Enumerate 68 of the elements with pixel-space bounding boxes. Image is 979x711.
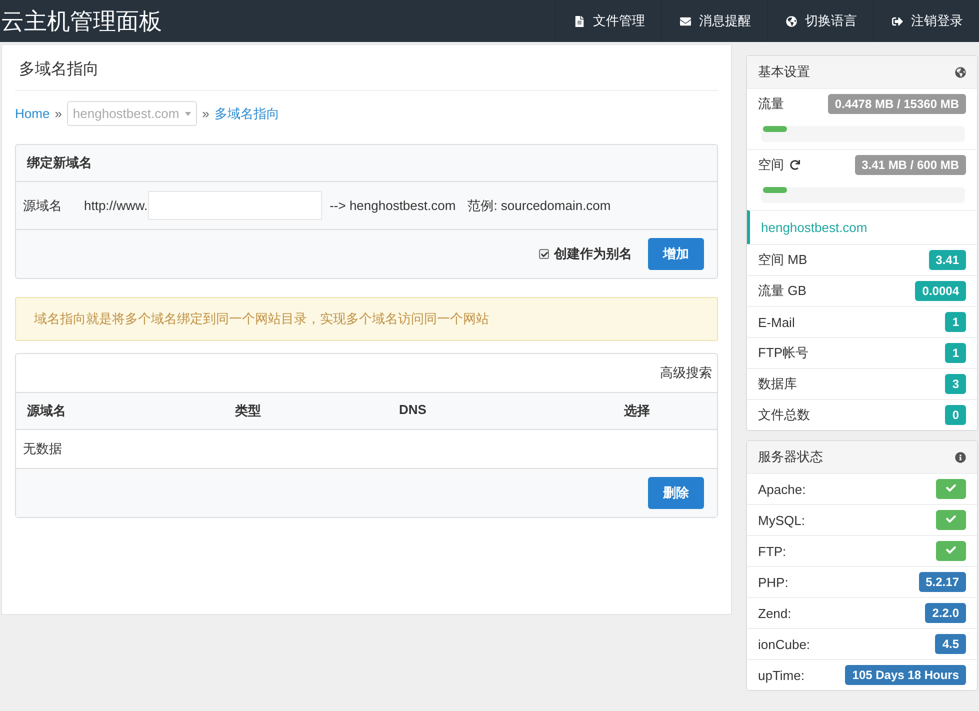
delete-button[interactable]: 删除 [648, 477, 704, 509]
field-label: 源域名 [23, 196, 62, 214]
column-header: 源域名 [26, 402, 67, 420]
caret-icon [185, 112, 192, 116]
check-icon [946, 545, 956, 555]
card-title: 基本设置 [758, 63, 810, 81]
add-button[interactable]: 增加 [648, 238, 704, 270]
column-header: DNS [398, 401, 428, 419]
version-badge: 4.5 [935, 634, 966, 654]
url-prefix: http://www. [84, 198, 148, 213]
usage-label: 空间 [758, 156, 784, 174]
service-label: upTime: [758, 668, 804, 682]
domain-input[interactable] [148, 191, 322, 220]
app-title: 云主机管理面板 [0, 6, 162, 36]
nav-link[interactable]: 注销登录 [873, 0, 979, 42]
usage-reading: 3.41 MB / 600 MB [854, 155, 966, 175]
check-icon [946, 514, 956, 524]
logout-icon [892, 16, 903, 26]
stat-value: 3.41 [928, 250, 966, 270]
breadcrumb-link[interactable]: 多域名指向 [214, 104, 280, 122]
stat-label: 数据库 [758, 375, 797, 393]
stat-value: 0 [945, 405, 966, 425]
alias-checkbox[interactable] [539, 249, 549, 259]
stat-label: FTP帐号 [758, 344, 809, 362]
target-text: --> henghostbest.com [330, 198, 456, 213]
stat-label: 空间 MB [758, 251, 808, 269]
nav-link[interactable]: 文件管理 [555, 0, 661, 42]
stat-value: 3 [945, 374, 966, 394]
panel-title: 绑定新域名 [16, 145, 717, 182]
card-title: 服务器状态 [758, 448, 823, 466]
version-badge: 5.2.17 [918, 572, 966, 592]
refresh-icon[interactable] [790, 160, 800, 170]
usage-reading: 0.4478 MB / 15360 MB [828, 94, 966, 114]
service-label: MySQL: [758, 512, 805, 528]
page-title: 多域名指向 [15, 45, 718, 91]
service-label: FTP: [758, 544, 786, 558]
column-header: 选择 [623, 402, 651, 420]
breadcrumb-link[interactable]: Home [15, 106, 50, 121]
column-header: 类型 [234, 402, 262, 420]
file-icon [574, 16, 585, 26]
domain-select[interactable]: henghostbest.com [66, 101, 198, 126]
stat-value: 1 [945, 312, 966, 332]
info-icon [955, 452, 966, 462]
domain-item[interactable]: henghostbest.com [747, 210, 977, 244]
service-label: Apache: [758, 482, 806, 496]
mail-icon [680, 16, 691, 26]
version-badge: 105 Days 18 Hours [845, 665, 966, 685]
nav-link[interactable]: 消息提醒 [661, 0, 767, 42]
stat-label: 流量 GB [758, 282, 806, 300]
stat-label: 文件总数 [758, 406, 810, 424]
breadcrumb-separator: » [202, 106, 210, 121]
globe-icon [955, 66, 966, 78]
globe-icon [786, 16, 797, 26]
check-icon [946, 483, 956, 493]
version-badge: 2.2.0 [925, 603, 966, 623]
stat-label: E-Mail [758, 314, 795, 330]
service-label: Zend: [758, 606, 792, 620]
service-label: ionCube: [758, 636, 810, 652]
example-text: 范例: sourcedomain.com [468, 196, 611, 214]
stat-value: 1 [945, 343, 966, 363]
breadcrumb-separator: » [54, 106, 62, 121]
service-label: PHP: [758, 574, 788, 590]
advanced-search-link[interactable]: 高级搜索 [660, 364, 712, 382]
checkbox-label: 创建作为别名 [554, 245, 632, 263]
usage-label: 流量 [758, 95, 784, 113]
nav-link[interactable]: 切换语言 [767, 0, 873, 42]
notice-text: 域名指向就是将多个域名绑定到同一个网站目录，实现多个域名访问同一个网站 [15, 297, 718, 341]
stat-value: 0.0004 [915, 281, 966, 301]
